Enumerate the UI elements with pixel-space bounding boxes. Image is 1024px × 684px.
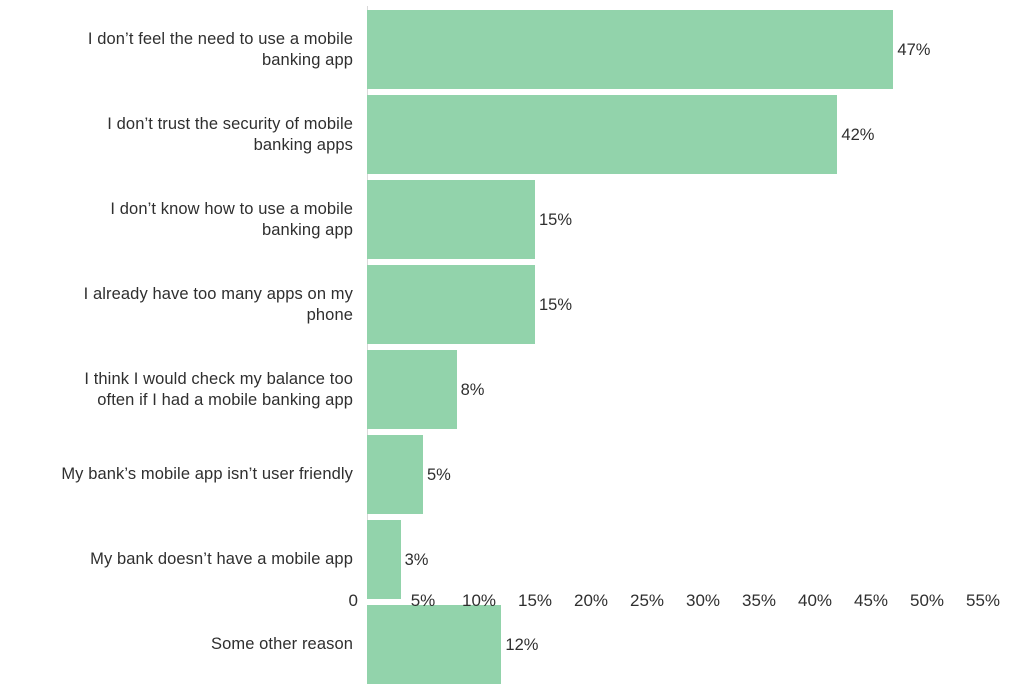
bar — [367, 95, 838, 174]
category-label-line: often if I had a mobile banking app — [97, 390, 353, 409]
bar-chart: I don’t feel the need to use a mobile ban… — [0, 0, 1024, 684]
category-label-line: I don’t feel the need to use a mobile — [87, 29, 353, 48]
category-label: I already have too many apps on my phone — [0, 265, 355, 344]
x-tick-label: 0 — [348, 591, 358, 610]
bar — [367, 180, 535, 259]
category-label-line: My bank’s mobile app isn’t user friendly — [61, 465, 353, 483]
category-label-line: phone — [306, 305, 353, 324]
bar-value-label: 8% — [460, 380, 485, 399]
category-label-line: Some other reason — [210, 635, 353, 653]
category-label: My bank’s mobile app isn’t user friendly — [0, 435, 355, 514]
bar — [367, 605, 502, 684]
bar-value-label: 12% — [505, 635, 539, 654]
category-label-line: I don’t know how to use a mobile — [110, 199, 353, 218]
category-label: I think I would check my balance too ofte… — [0, 350, 355, 429]
bar — [367, 520, 401, 599]
bar-value-label: 15% — [539, 295, 573, 314]
category-label-line: banking apps — [253, 135, 353, 154]
category-label-line: I think I would check my balance too — [84, 369, 353, 388]
bar-value-label: 42% — [841, 125, 875, 144]
bar-value-label: 15% — [539, 210, 573, 229]
bar-value-label: 47% — [897, 40, 931, 59]
bar — [367, 350, 457, 429]
category-label: I don’t know how to use a mobile banking … — [0, 180, 355, 259]
bar — [367, 10, 894, 89]
x-tick-label: 55% — [965, 591, 1001, 610]
category-label-line: banking app — [261, 220, 353, 239]
bar — [367, 435, 423, 514]
category-label: My bank doesn’t have a mobile app — [0, 520, 355, 599]
category-label-line: banking app — [261, 50, 353, 69]
category-label-line: My bank doesn’t have a mobile app — [90, 550, 353, 568]
category-label-line: I already have too many apps on my — [83, 284, 353, 303]
bar-value-label: 5% — [427, 465, 451, 484]
bar — [367, 265, 535, 344]
category-label: I don’t trust the security of mobile bank… — [0, 95, 355, 174]
bar-value-label: 3% — [404, 550, 429, 569]
category-label: I don’t feel the need to use a mobile ban… — [0, 10, 355, 89]
plot-area: 47% 42% 15% 15% 8% 5% 3% 12% — [367, 0, 1024, 684]
category-label-line: I don’t trust the security of mobile — [107, 114, 353, 133]
category-label: Some other reason — [0, 605, 355, 684]
